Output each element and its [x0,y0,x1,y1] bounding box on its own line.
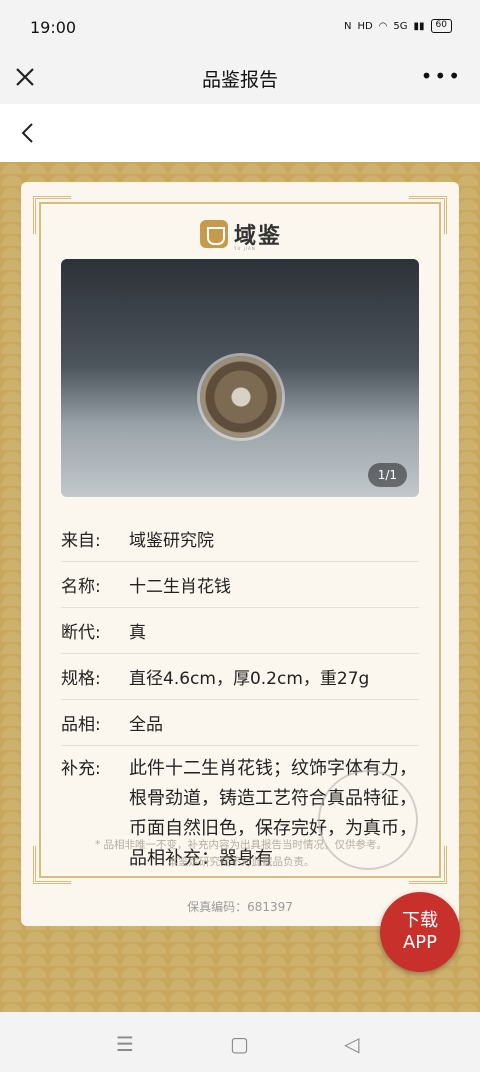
frame-corner [409,196,447,234]
brand-logo: 域鉴 YU JIAN [200,218,282,251]
detail-key: 断代: [61,623,101,643]
detail-key: 来自: [61,531,101,551]
detail-key: 品相: [61,715,101,735]
battery-icon: 60 [430,19,452,33]
back-nav-icon[interactable]: ◁ [344,1032,359,1056]
detail-value: 域鉴研究院 [129,531,214,551]
nfc-icon: N [343,20,352,32]
frame-corner [33,196,71,234]
detail-key: 名称: [61,577,101,597]
download-label: 下载 [402,910,438,931]
signal-icon: 5G [393,20,408,32]
detail-row-spec: 规格: 直径4.6cm，厚0.2cm，重27g [61,654,419,700]
page-title: 品鉴报告 [201,69,278,91]
coin-image [200,356,282,438]
detail-row-name: 名称: 十二生肖花钱 [61,562,419,608]
detail-key: 规格: [61,669,101,689]
logo-icon [200,220,228,248]
detail-row-dating: 断代: 真 [61,608,419,654]
download-app-label: APP [402,932,438,953]
detail-key: 补充: [61,759,101,779]
status-bar: 19:00 N HD ◠ 5G ▮▮ 60 [0,0,480,54]
system-nav-bar: ☰ ▢ ◁ [0,1012,480,1072]
home-icon[interactable]: ▢ [230,1032,249,1056]
detail-value: 十二生肖花钱 [129,577,231,597]
brand-subtitle: YU JIAN [234,246,256,251]
detail-row-source: 来自: 域鉴研究院 [61,516,419,562]
item-photo[interactable]: 1/1 [61,259,419,497]
detail-row-condition: 品相: 全品 [61,700,419,746]
hd-icon: HD [357,20,373,32]
nav-bar [0,104,480,162]
detail-value: 全品 [129,715,163,735]
back-icon[interactable] [18,122,38,144]
title-bar: 品鉴报告 ••• [0,54,480,104]
detail-value: 直径4.6cm，厚0.2cm，重27g [129,669,370,689]
detail-value: 真 [129,623,146,643]
menu-icon[interactable]: ☰ [116,1032,134,1056]
wifi-icon: ◠ [378,20,388,32]
more-icon[interactable]: ••• [421,64,462,88]
download-app-button[interactable]: 下载 APP [380,892,460,972]
status-time: 19:00 [30,18,77,37]
seal-stamp [318,770,418,870]
photo-counter: 1/1 [367,463,407,487]
signal-icon-2: ▮▮ [413,20,425,32]
status-icons: N HD ◠ 5G ▮▮ 60 [344,19,452,33]
